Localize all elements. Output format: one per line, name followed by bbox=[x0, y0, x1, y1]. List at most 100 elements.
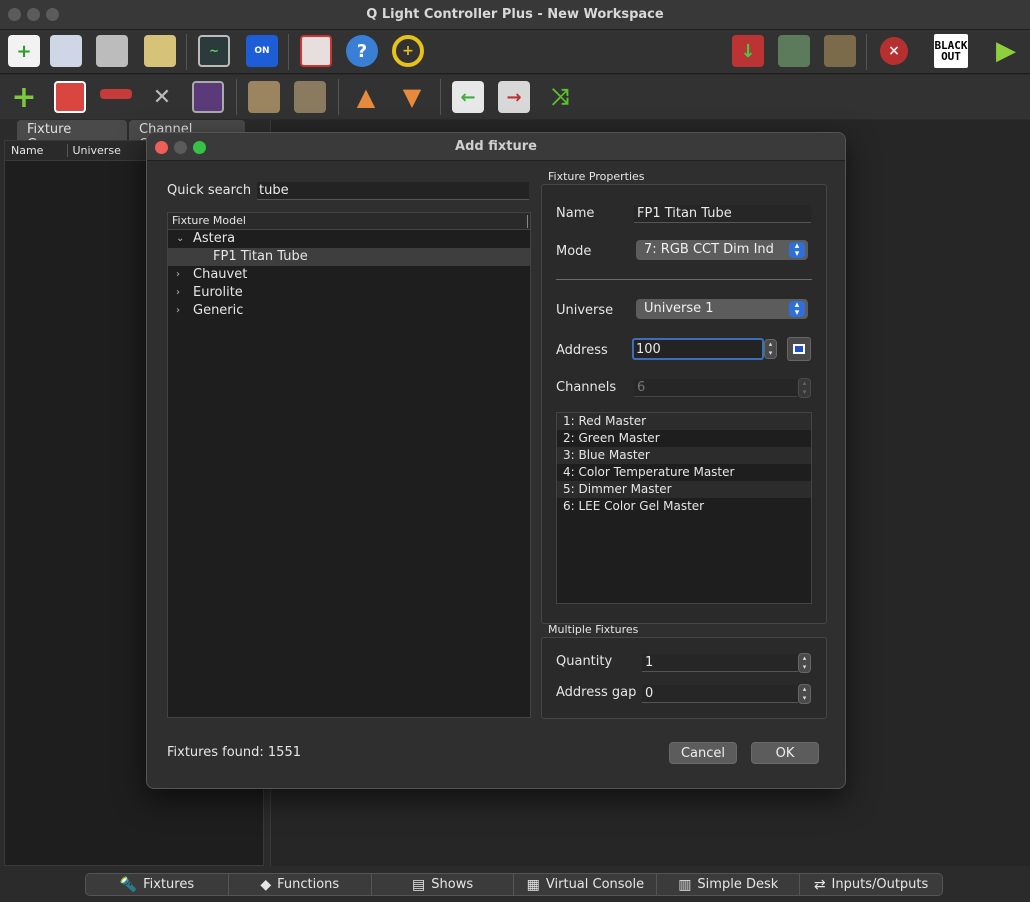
universe-label: Universe bbox=[556, 303, 614, 318]
tab-functions[interactable]: ◆ Functions bbox=[229, 874, 372, 895]
bottom-tab-bar: 🔦 Fixtures ◆ Functions ▤ Shows ▦ Virtual… bbox=[85, 873, 943, 896]
name-input[interactable] bbox=[634, 205, 811, 223]
blackout-button[interactable]: BLACK OUT bbox=[934, 34, 968, 68]
address-gap-input[interactable] bbox=[642, 685, 798, 703]
import-fixtures-icon[interactable]: ← bbox=[452, 81, 484, 113]
load-fixture-icon[interactable]: ↓ bbox=[732, 35, 764, 67]
tree-item-label: Chauvet bbox=[193, 267, 248, 282]
tab-fixture-groups[interactable]: Fixture Groups bbox=[17, 120, 127, 152]
dmx-monitor-icon[interactable]: ~ bbox=[198, 35, 230, 67]
list-item[interactable]: 1: Red Master bbox=[557, 413, 811, 430]
quick-search-input[interactable] bbox=[257, 182, 529, 200]
tree-item-label: Generic bbox=[193, 303, 244, 318]
address-stepper[interactable]: ▴ ▾ bbox=[764, 339, 777, 359]
address-tool-icon[interactable]: ON bbox=[246, 35, 278, 67]
chevron-right-icon[interactable]: › bbox=[176, 302, 180, 320]
window-title: Q Light Controller Plus - New Workspace bbox=[366, 7, 664, 22]
cancel-button[interactable]: Cancel bbox=[669, 742, 737, 764]
group-fixtures-icon[interactable] bbox=[248, 81, 280, 113]
remove-fixture-icon[interactable] bbox=[100, 89, 132, 99]
mode-label: Mode bbox=[556, 244, 592, 259]
save-as-icon[interactable] bbox=[144, 35, 176, 67]
tree-item-generic[interactable]: › Generic bbox=[168, 302, 530, 320]
tree-item-chauvet[interactable]: › Chauvet bbox=[168, 266, 530, 284]
dip-switch-button[interactable] bbox=[787, 337, 811, 361]
quantity-label: Quantity bbox=[556, 654, 613, 669]
window-titlebar: Q Light Controller Plus - New Workspace bbox=[0, 0, 1030, 30]
list-item[interactable]: 4: Color Temperature Master bbox=[557, 464, 811, 481]
move-down-icon[interactable]: ▼ bbox=[396, 81, 428, 113]
fixtures-found-count: Fixtures found: 1551 bbox=[167, 745, 301, 760]
tree-item-fp1-titan-tube[interactable]: FP1 Titan Tube bbox=[168, 248, 530, 266]
blackout-label-bottom: OUT bbox=[941, 50, 961, 63]
edit-mode-icon[interactable] bbox=[778, 35, 810, 67]
move-up-icon[interactable]: ▲ bbox=[350, 81, 382, 113]
tab-inputs-outputs[interactable]: ⇄ Inputs/Outputs bbox=[800, 874, 942, 895]
tree-item-eurolite[interactable]: › Eurolite bbox=[168, 284, 530, 302]
list-item[interactable]: 5: Dimmer Master bbox=[557, 481, 811, 498]
address-gap-stepper[interactable]: ▴ ▾ bbox=[798, 684, 811, 704]
dip-switch-icon bbox=[793, 344, 805, 354]
tab-virtual-console-label: Virtual Console bbox=[545, 877, 645, 892]
universe-select[interactable]: Universe 1 ▴ ▾ bbox=[636, 299, 808, 319]
quantity-stepper[interactable]: ▴ ▾ bbox=[798, 653, 811, 673]
tab-fixtures[interactable]: 🔦 Fixtures bbox=[86, 874, 229, 895]
tab-simple-desk-label: Simple Desk bbox=[697, 877, 779, 892]
list-item[interactable]: 2: Green Master bbox=[557, 430, 811, 447]
fullscreen-icon[interactable] bbox=[300, 35, 332, 67]
tree-item-label: Astera bbox=[193, 231, 236, 246]
address-gap-label: Address gap bbox=[556, 685, 637, 700]
fade-config-icon[interactable] bbox=[192, 81, 224, 113]
tab-shows[interactable]: ▤ Shows bbox=[372, 874, 515, 895]
play-icon[interactable]: ▶ bbox=[990, 35, 1022, 67]
quantity-input[interactable] bbox=[642, 654, 798, 672]
ok-button[interactable]: OK bbox=[751, 742, 819, 764]
quick-search-label: Quick search bbox=[167, 183, 252, 198]
list-item[interactable]: 6: LEE Color Gel Master bbox=[557, 498, 811, 515]
mode-select-value: 7: RGB CCT Dim Ind bbox=[644, 242, 774, 257]
select-chevron-icon: ▴ ▾ bbox=[789, 242, 805, 259]
multiple-fixtures-title: Multiple Fixtures bbox=[548, 623, 639, 636]
fixture-model-tree[interactable]: Fixture Model ⌄ Astera FP1 Titan Tube › … bbox=[167, 212, 531, 718]
add-fixture-icon[interactable]: + bbox=[8, 80, 40, 115]
chevron-right-icon[interactable]: › bbox=[176, 284, 180, 302]
multiple-fixtures-group: Quantity ▴▾ Address gap ▴▾ bbox=[541, 637, 827, 719]
column-name[interactable]: Name bbox=[5, 144, 43, 157]
chevron-down-icon[interactable]: ⌄ bbox=[176, 230, 184, 248]
list-item[interactable]: 3: Blue Master bbox=[557, 447, 811, 464]
open-workspace-icon[interactable] bbox=[50, 35, 82, 67]
tree-item-astera[interactable]: ⌄ Astera bbox=[168, 230, 530, 248]
address-label: Address bbox=[556, 343, 608, 358]
column-universe[interactable]: Universe bbox=[67, 144, 121, 157]
tab-virtual-console[interactable]: ▦ Virtual Console bbox=[514, 874, 658, 895]
operate-mode-icon[interactable] bbox=[824, 35, 856, 67]
new-workspace-icon[interactable]: + bbox=[8, 35, 40, 67]
fixture-properties-group: Name Mode 7: RGB CCT Dim Ind ▴▾ Universe… bbox=[541, 184, 827, 624]
virtual-console-icon: ▦ bbox=[526, 876, 540, 893]
export-fixtures-icon[interactable]: → bbox=[498, 81, 530, 113]
shows-icon: ▤ bbox=[412, 876, 426, 893]
dialog-title: Add fixture bbox=[455, 139, 537, 154]
ungroup-fixtures-icon[interactable] bbox=[294, 81, 326, 113]
address-input[interactable] bbox=[632, 338, 764, 360]
save-workspace-icon[interactable] bbox=[96, 35, 128, 67]
fixture-properties-icon[interactable]: ✕ bbox=[146, 81, 178, 113]
remap-fixtures-icon[interactable]: ⤨ bbox=[544, 81, 576, 113]
name-label: Name bbox=[556, 206, 595, 221]
channel-list[interactable]: 1: Red Master 2: Green Master 3: Blue Ma… bbox=[556, 412, 812, 604]
about-qlc-icon[interactable]: + bbox=[392, 35, 424, 67]
add-rgb-panel-icon[interactable] bbox=[54, 81, 86, 113]
tab-simple-desk[interactable]: ▥ Simple Desk bbox=[657, 874, 801, 895]
fixture-properties-title: Fixture Properties bbox=[548, 170, 645, 183]
inputs-outputs-icon: ⇄ bbox=[813, 876, 826, 893]
stop-all-functions-icon[interactable]: × bbox=[880, 37, 908, 65]
channels-input bbox=[634, 379, 797, 397]
mode-select[interactable]: 7: RGB CCT Dim Ind ▴ ▾ bbox=[636, 240, 808, 260]
tree-item-label: FP1 Titan Tube bbox=[213, 249, 308, 264]
simple-desk-icon: ▥ bbox=[678, 876, 692, 893]
chevron-right-icon[interactable]: › bbox=[176, 266, 180, 284]
add-fixture-dialog: Add fixture Quick search Fixture Model ⌄… bbox=[146, 132, 846, 789]
fixtures-icon: 🔦 bbox=[119, 876, 138, 893]
select-chevron-icon: ▴ ▾ bbox=[789, 301, 805, 318]
help-icon[interactable]: ? bbox=[346, 35, 378, 67]
